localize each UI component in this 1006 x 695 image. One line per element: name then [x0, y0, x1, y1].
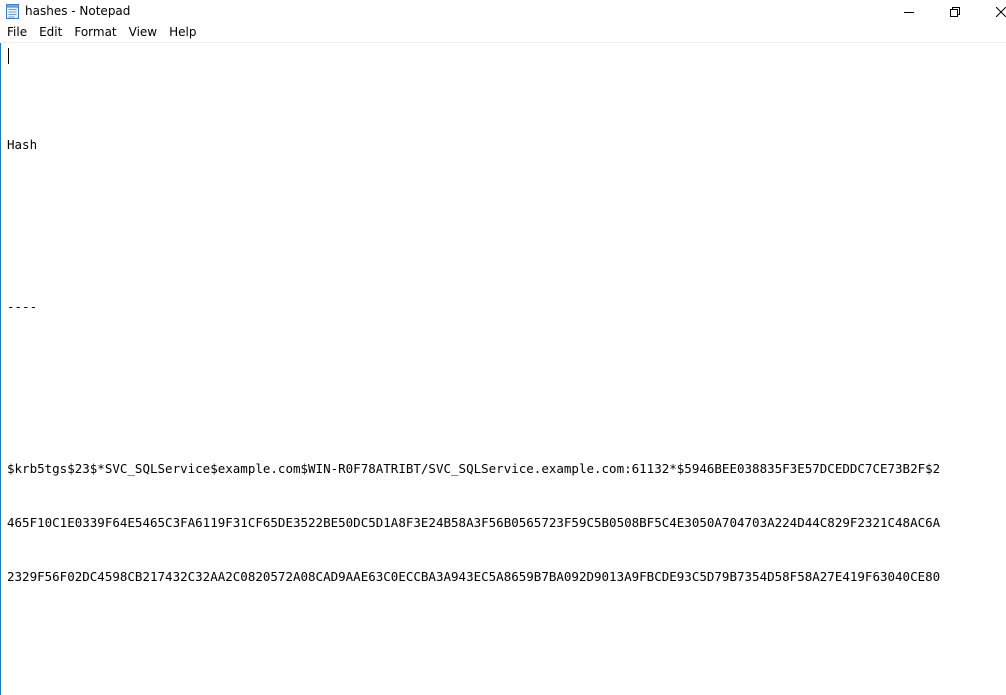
- editor-line: ----: [7, 299, 38, 314]
- title-bar[interactable]: hashes - Notepad: [0, 0, 1006, 23]
- restore-icon: [950, 6, 960, 17]
- menu-format[interactable]: Format: [68, 23, 122, 42]
- notepad-icon: [6, 4, 19, 19]
- editor-text: Hash ---- $krb5tgs$23$*SVC_SQLService$ex…: [7, 46, 940, 622]
- menu-view[interactable]: View: [123, 23, 163, 42]
- menu-edit[interactable]: Edit: [33, 23, 68, 42]
- text-editor[interactable]: Hash ---- $krb5tgs$23$*SVC_SQLService$ex…: [1, 43, 1006, 695]
- menu-bar: File Edit Format View Help: [0, 23, 1006, 42]
- maximize-button[interactable]: [932, 0, 978, 23]
- close-icon: [996, 6, 1006, 17]
- menu-help[interactable]: Help: [163, 23, 202, 42]
- menu-file[interactable]: File: [0, 23, 33, 42]
- minimize-button[interactable]: [886, 0, 932, 23]
- editor-line: $krb5tgs$23$*SVC_SQLService$example.com$…: [7, 461, 941, 476]
- close-button[interactable]: [978, 0, 1006, 23]
- editor-line: Hash: [7, 137, 38, 152]
- notepad-window: hashes - Notepad File Edit Format View H…: [0, 0, 1006, 695]
- editor-line: 465F10C1E0339F64E5465C3FA6119F31CF65DE35…: [7, 515, 941, 530]
- window-title: hashes - Notepad: [25, 4, 131, 18]
- editor-line: 2329F56F02DC4598CB217432C32AA2C0820572A0…: [7, 569, 941, 584]
- minimize-icon: [904, 7, 914, 17]
